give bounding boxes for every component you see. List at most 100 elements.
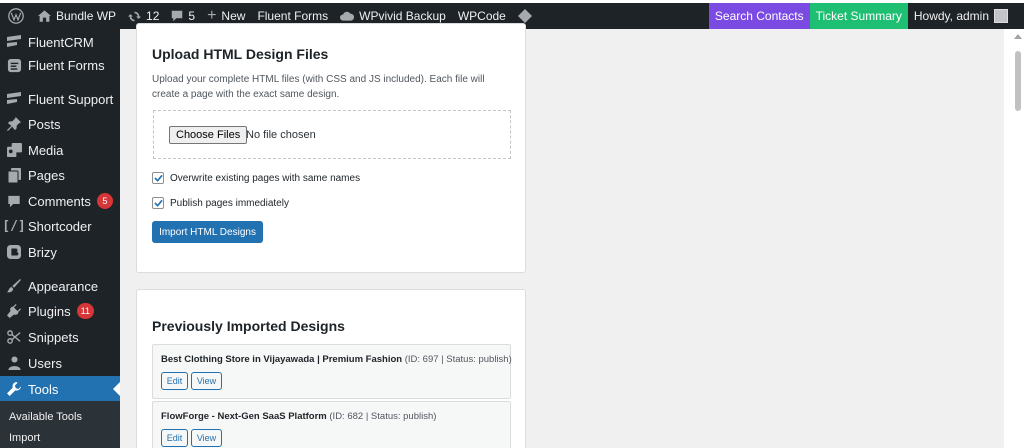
howdy-label: Howdy, admin xyxy=(913,9,989,23)
plus-icon: + xyxy=(207,7,217,24)
edit-button[interactable]: Edit xyxy=(161,372,188,390)
scissors-icon xyxy=(0,330,28,344)
menu-item-pages[interactable]: Pages xyxy=(0,162,120,188)
publish-checkbox[interactable] xyxy=(152,197,164,209)
checkmark-icon xyxy=(153,174,163,182)
paintbrush-icon xyxy=(0,279,28,293)
fluent-forms-label: Fluent Forms xyxy=(257,9,329,23)
updates-count: 12 xyxy=(146,9,160,23)
menu-label: Plugins xyxy=(28,303,71,319)
menu-item-snippets[interactable]: Snippets xyxy=(0,324,120,350)
plugins-icon xyxy=(0,304,28,318)
main-content: Upload HTML Design Files Upload your com… xyxy=(120,23,1004,448)
overwrite-label[interactable]: Overwrite existing pages with same names xyxy=(170,173,360,184)
menu-label: Fluent Support xyxy=(28,91,114,107)
imported-designs-title: Previously Imported Designs xyxy=(152,318,345,334)
design-name: FlowForge - Next-Gen SaaS Platform xyxy=(161,411,327,422)
scroll-up-arrow-icon[interactable] xyxy=(1014,34,1022,39)
design-title: Best Clothing Store in Vijayawada | Prem… xyxy=(161,354,512,365)
file-dropzone[interactable]: Choose Files No file chosen xyxy=(153,110,511,159)
media-icon xyxy=(0,143,28,157)
comments-count: 5 xyxy=(188,9,196,23)
list-item: Best Clothing Store in Vijayawada | Prem… xyxy=(152,344,512,399)
menu-label: Media xyxy=(28,142,64,158)
menu-item-fluent-support[interactable]: Fluent Support xyxy=(0,86,120,112)
updates-icon xyxy=(128,10,142,23)
view-button[interactable]: View xyxy=(191,372,222,390)
publish-option: Publish pages immediately xyxy=(152,197,289,209)
admin-menu: FluentCRM Fluent Forms Fluent Support Po… xyxy=(0,29,120,448)
comment-bubble-icon xyxy=(171,10,183,22)
menu-item-users[interactable]: Users xyxy=(0,350,120,376)
menu-item-tools[interactable]: Tools xyxy=(0,376,120,402)
ticket-summary-label: Ticket Summary xyxy=(815,9,902,23)
menu-label: Brizy xyxy=(28,244,57,260)
ticket-summary-link[interactable]: Ticket Summary xyxy=(809,3,908,29)
search-contacts-link[interactable]: Search Contacts xyxy=(708,3,810,29)
checkmark-icon xyxy=(153,199,163,207)
menu-item-appearance[interactable]: Appearance xyxy=(0,273,120,299)
wpcode-label: WPCode xyxy=(457,9,506,23)
menu-label: Appearance xyxy=(28,278,99,294)
menu-item-plugins[interactable]: Plugins 11 xyxy=(0,298,120,324)
design-meta: (ID: 682 | Status: publish) xyxy=(329,411,437,422)
menu-label: Posts xyxy=(28,116,61,132)
submenu-import[interactable]: Import xyxy=(9,432,40,444)
overwrite-checkbox[interactable] xyxy=(152,172,164,184)
menu-item-posts[interactable]: Posts xyxy=(0,111,120,137)
menu-label: Users xyxy=(28,355,62,371)
imported-designs-card: Previously Imported Designs Best Clothin… xyxy=(136,289,526,448)
menu-label: Shortcoder xyxy=(28,218,92,234)
menu-label: Pages xyxy=(28,167,65,183)
menu-label: Fluent Forms xyxy=(28,57,105,73)
menu-item-shortcoder[interactable]: [/] Shortcoder xyxy=(0,213,120,239)
cloud-icon xyxy=(340,11,355,21)
menu-label: Tools xyxy=(28,381,59,397)
plugins-badge: 11 xyxy=(76,303,94,319)
my-account-link[interactable]: Howdy, admin xyxy=(908,3,1024,29)
menu-item-media[interactable]: Media xyxy=(0,137,120,163)
import-html-designs-button[interactable]: Import HTML Designs xyxy=(152,221,263,243)
publish-label[interactable]: Publish pages immediately xyxy=(170,198,289,209)
menu-label: Comments xyxy=(28,193,91,209)
site-name-label: Bundle WP xyxy=(56,9,117,23)
menu-item-fluent-forms[interactable]: Fluent Forms xyxy=(0,52,120,78)
fluent-forms-icon xyxy=(0,58,28,73)
scrollbar-thumb[interactable] xyxy=(1015,51,1021,111)
wordpress-logo-icon[interactable] xyxy=(0,3,32,29)
fluent-support-icon xyxy=(0,92,28,106)
choose-files-button[interactable]: Choose Files xyxy=(169,126,248,144)
upload-card-title: Upload HTML Design Files xyxy=(152,46,329,62)
pages-icon xyxy=(0,167,28,183)
no-file-chosen-text: No file chosen xyxy=(246,129,316,141)
wpvivid-label: WPvivid Backup xyxy=(359,9,446,23)
search-contacts-label: Search Contacts xyxy=(714,9,804,23)
menu-item-brizy[interactable]: Brizy xyxy=(0,239,120,265)
site-name-link[interactable]: Bundle WP xyxy=(32,3,122,29)
new-label: New xyxy=(221,9,246,23)
fluentcrm-icon xyxy=(0,35,28,49)
comments-icon xyxy=(0,195,28,208)
menu-label: FluentCRM xyxy=(28,34,94,50)
design-meta: (ID: 697 | Status: publish) xyxy=(404,354,512,365)
home-icon xyxy=(38,10,51,22)
upload-card: Upload HTML Design Files Upload your com… xyxy=(136,23,526,273)
page-scrollbar[interactable] xyxy=(1012,29,1024,448)
edit-button[interactable]: Edit xyxy=(161,429,188,447)
menu-item-comments[interactable]: Comments 5 xyxy=(0,188,120,214)
list-item: FlowForge - Next-Gen SaaS Platform (ID: … xyxy=(152,401,511,448)
shortcoder-icon: [/] xyxy=(2,218,26,234)
comments-badge: 5 xyxy=(96,193,113,209)
overwrite-option: Overwrite existing pages with same names xyxy=(152,172,360,184)
menu-label: Snippets xyxy=(28,329,79,345)
design-title: FlowForge - Next-Gen SaaS Platform (ID: … xyxy=(161,411,436,422)
upload-description: Upload your complete HTML files (with CS… xyxy=(152,74,485,100)
tools-submenu: Available Tools Import xyxy=(0,401,120,448)
avatar xyxy=(994,9,1008,23)
users-icon xyxy=(0,356,28,370)
brizy-icon xyxy=(0,245,28,259)
submenu-available-tools[interactable]: Available Tools xyxy=(9,411,82,423)
wrench-icon xyxy=(0,382,28,396)
view-button[interactable]: View xyxy=(191,429,222,447)
pushpin-icon xyxy=(0,117,28,131)
